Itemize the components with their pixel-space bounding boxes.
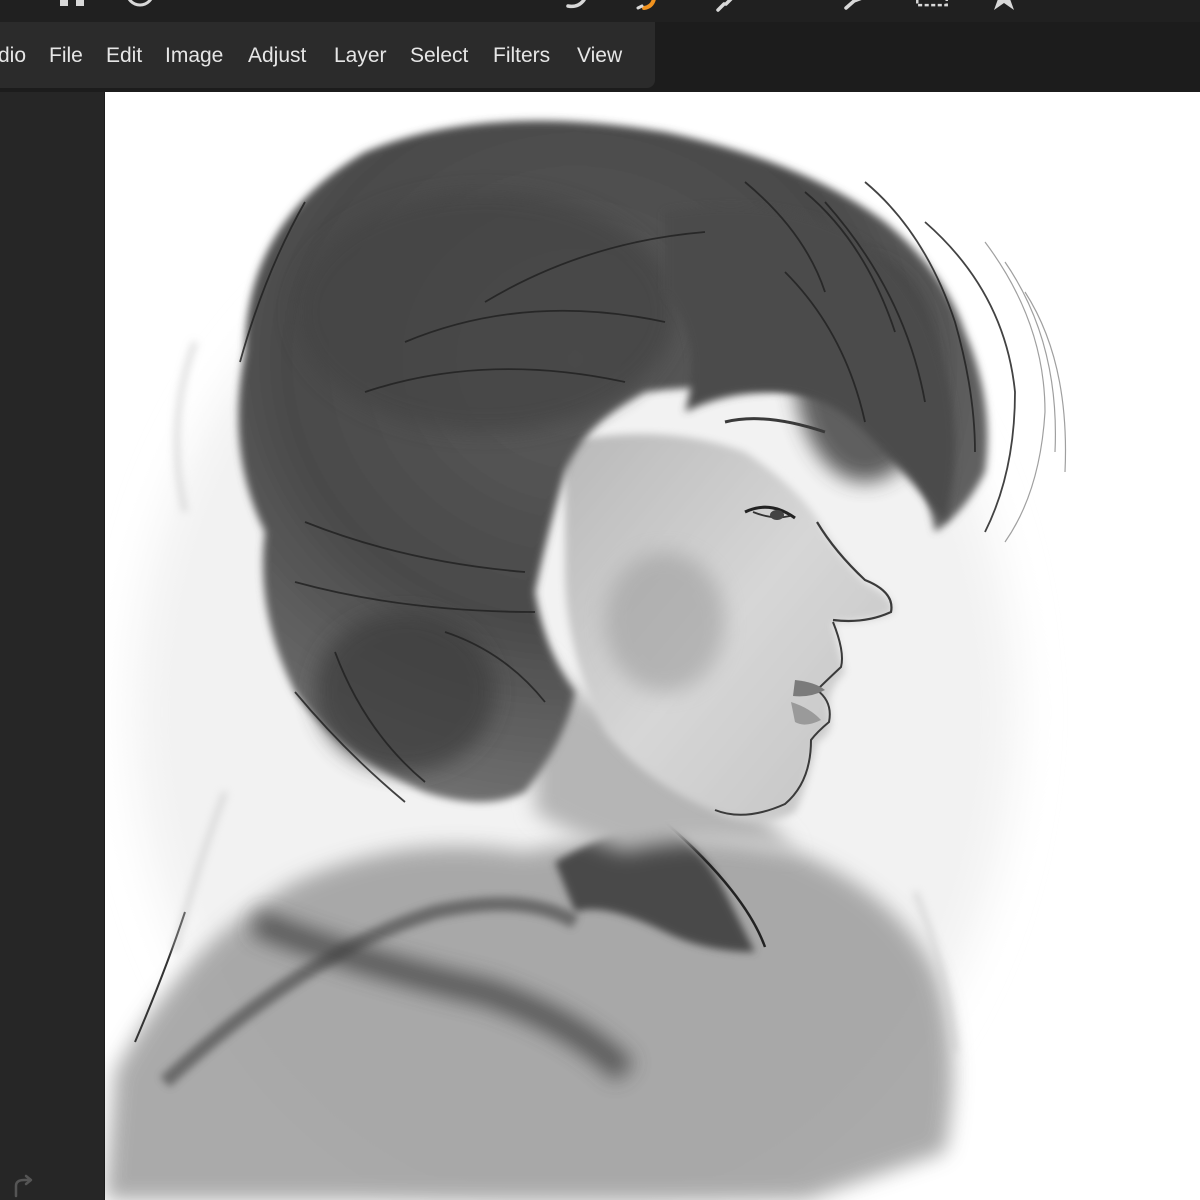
left-tool-strip [0, 92, 104, 1200]
document-canvas[interactable] [105, 92, 1200, 1200]
menu-item-file[interactable]: File [49, 41, 83, 71]
portrait-painting [105, 120, 1067, 1200]
favorites-star-icon[interactable] [986, 0, 1022, 16]
menu-item-view[interactable]: View [577, 41, 622, 71]
marquee-select-icon[interactable] [914, 0, 950, 16]
history-icon[interactable] [122, 0, 158, 16]
dodge-burn-icon[interactable] [632, 0, 668, 16]
menu-item-select[interactable]: Select [410, 41, 468, 71]
menu-bar: dio File Edit Image Adjust Layer Select … [0, 22, 655, 88]
menu-item-image[interactable]: Image [165, 41, 223, 71]
menu-item-edit[interactable]: Edit [106, 41, 142, 71]
app-window: dio File Edit Image Adjust Layer Select … [0, 0, 1200, 1200]
menu-item-layer[interactable]: Layer [334, 41, 387, 71]
top-toolbar [0, 0, 1200, 22]
menu-item-studio[interactable]: dio [0, 41, 26, 71]
eraser-icon[interactable] [708, 0, 744, 16]
home-icon[interactable] [54, 0, 90, 16]
menu-item-adjust[interactable]: Adjust [248, 41, 306, 71]
eyedropper-icon[interactable] [836, 0, 872, 16]
redo-icon[interactable] [10, 1172, 36, 1198]
menu-item-filters[interactable]: Filters [493, 41, 550, 71]
smudge-brush-icon[interactable] [560, 0, 596, 16]
